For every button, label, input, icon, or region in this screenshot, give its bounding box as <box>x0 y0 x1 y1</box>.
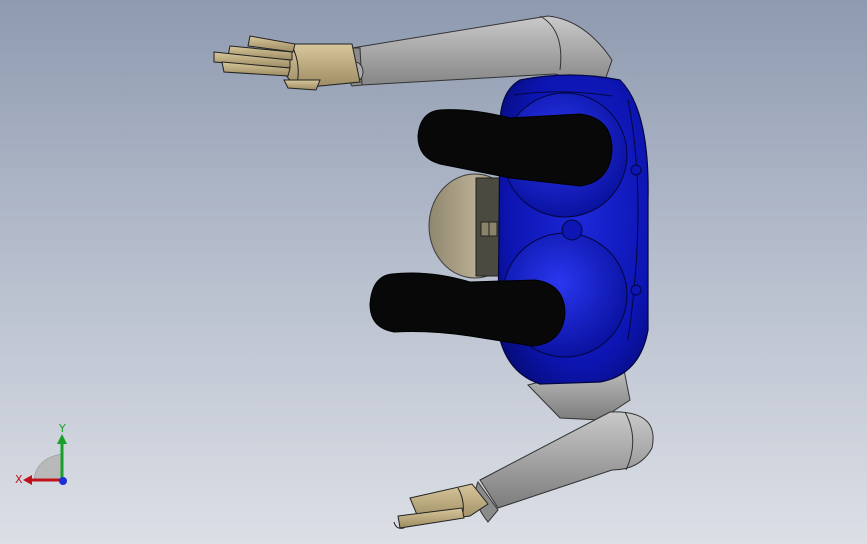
y-axis-arrowhead <box>57 434 67 444</box>
x-axis-arrowhead <box>23 475 32 485</box>
lower-handle <box>369 272 566 347</box>
robot-model[interactable] <box>0 0 867 544</box>
lower-arm <box>475 359 654 523</box>
axis-triad: Y X <box>15 422 67 486</box>
y-axis-label: Y <box>58 422 66 435</box>
upper-handle <box>417 109 613 187</box>
upper-hand <box>213 35 361 91</box>
lower-hand <box>393 483 489 529</box>
z-axis-dot <box>59 477 67 485</box>
triad-quarter-disc <box>33 453 63 481</box>
x-axis-label: X <box>15 473 23 486</box>
graphics-viewport[interactable]: Y X <box>0 0 867 544</box>
